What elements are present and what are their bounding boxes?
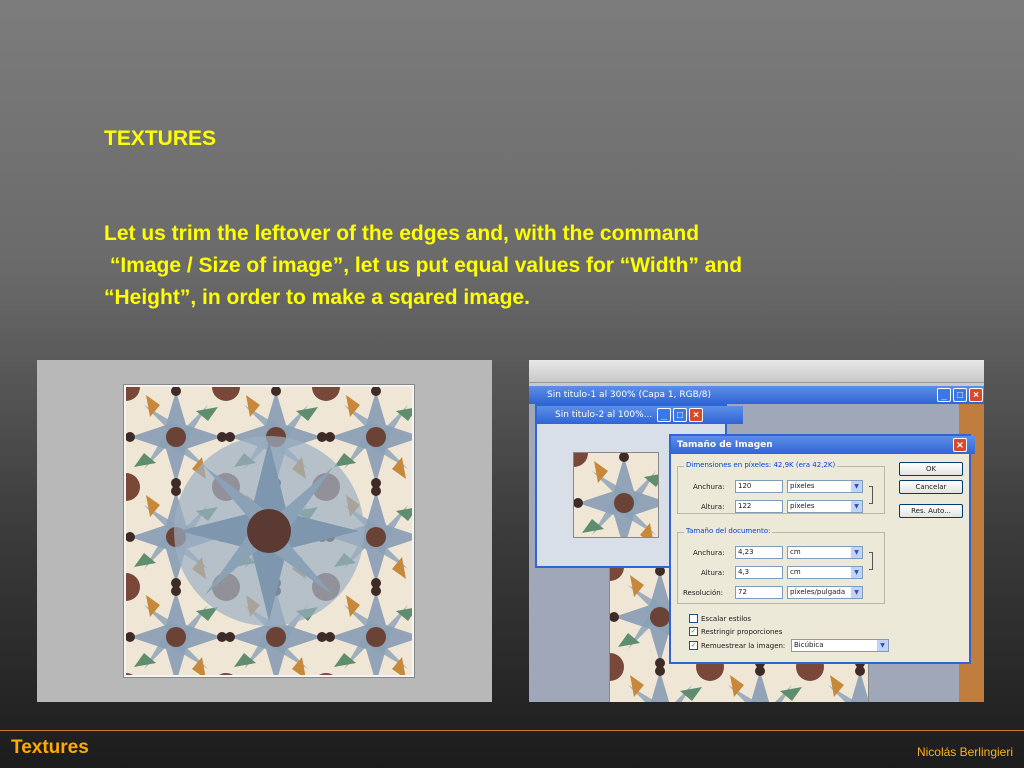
width-unit-value: píxeles [790,482,815,490]
photoshop-screenshot: Sin titulo-1 al 300% (Capa 1, RGB/8) _ _… [529,360,984,702]
window2-title: Sin titulo-2 al 100%... [537,406,743,424]
resample-method-select[interactable]: Bicúbica ▼ [791,639,889,652]
resample-checkbox[interactable]: ✓ [689,641,698,650]
resolution-label: Resolución: [683,589,724,597]
window2-close-icon[interactable]: × [689,408,703,422]
dialog-title: Tamaño de Imagen [671,436,975,454]
cancel-button[interactable]: Cancelar [899,480,963,494]
chevron-down-icon: ▼ [851,501,862,512]
image-size-dialog: Tamaño de Imagen × Dimensiones en píxele… [669,434,975,664]
doc-width-unit-value: cm [790,548,801,556]
ps-toolbar-strip [529,360,984,383]
height-unit-select[interactable]: píxeles ▼ [787,500,863,513]
width-label: Anchura: [693,483,725,491]
slide-title: TEXTURES [104,127,217,150]
doc-width-input[interactable]: 4,23 [735,546,783,559]
doc-size-label: Tamaño del documento: [684,527,773,535]
doc-height-label: Altura: [701,569,725,577]
window2-minimize-icon[interactable]: _ [657,408,671,422]
resolution-unit-select[interactable]: píxeles/pulgada ▼ [787,586,863,599]
resample-method-value: Bicúbica [794,641,824,649]
height-unit-value: píxeles [790,502,815,510]
texture-canvas [123,384,415,678]
window2-maximize-icon[interactable]: □ [673,408,687,422]
link-bracket-icon [869,552,873,570]
window2-mosaic-image [573,452,659,538]
ok-button[interactable]: OK [899,462,963,476]
resolution-input[interactable]: 72 [735,586,783,599]
doc-width-label: Anchura: [693,549,725,557]
doc-height-unit-value: cm [790,568,801,576]
doc-height-unit-select[interactable]: cm ▼ [787,566,863,579]
chevron-down-icon: ▼ [877,640,888,651]
width-px-input[interactable]: 120 [735,480,783,493]
link-bracket-icon [869,486,873,504]
body-line-3: “Height”, in order to make a sqared imag… [104,286,530,309]
chevron-down-icon: ▼ [851,481,862,492]
window1-close-icon[interactable]: × [969,388,983,402]
footer-divider [0,730,1024,731]
width-unit-select[interactable]: píxeles ▼ [787,480,863,493]
scale-styles-label: Escalar estilos [701,615,752,623]
chevron-down-icon: ▼ [851,547,862,558]
height-label: Altura: [701,503,725,511]
left-image-panel [37,360,492,702]
doc-height-input[interactable]: 4,3 [735,566,783,579]
doc-width-unit-select[interactable]: cm ▼ [787,546,863,559]
dialog-close-icon[interactable]: × [953,438,967,452]
height-px-input[interactable]: 122 [735,500,783,513]
pixel-dims-label: Dimensiones en píxeles: 42,9K (era 42,2K… [684,461,838,469]
chevron-down-icon: ▼ [851,587,862,598]
slide-body: Let us trim the leftover of the edges an… [104,218,904,314]
footer-title: Textures [11,737,89,758]
resolution-unit-value: píxeles/pulgada [790,588,846,596]
resample-label: Remuestrear la imagen: [701,642,786,650]
scale-styles-checkbox[interactable] [689,614,698,623]
constrain-checkbox[interactable]: ✓ [689,627,698,636]
window1-maximize-icon[interactable]: □ [953,388,967,402]
window1-title: Sin titulo-1 al 300% (Capa 1, RGB/8) [529,386,984,404]
chevron-down-icon: ▼ [851,567,862,578]
auto-resolution-button[interactable]: Res. Auto... [899,504,963,518]
mosaic-texture-image [126,387,412,675]
constrain-label: Restringir proporciones [701,628,783,636]
window1-minimize-icon[interactable]: _ [937,388,951,402]
footer-author: Nicolás Berlingieri [916,745,1013,759]
body-line-2: “Image / Size of image”, let us put equa… [104,254,743,277]
body-line-1: Let us trim the leftover of the edges an… [104,222,700,245]
